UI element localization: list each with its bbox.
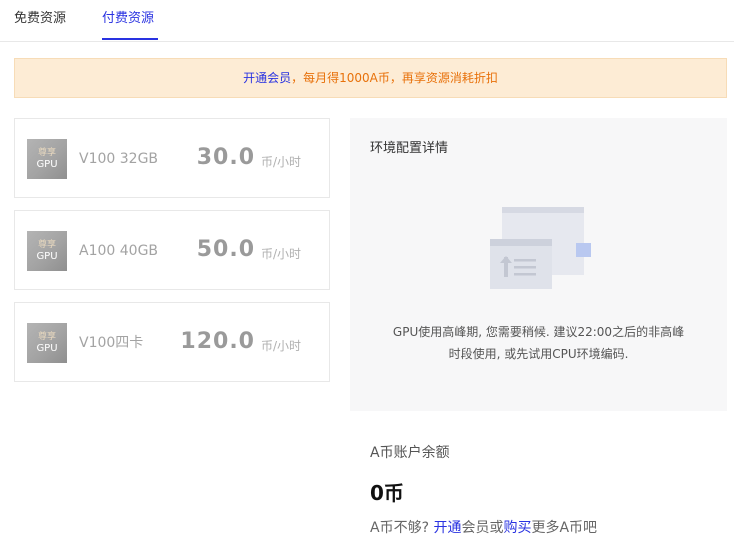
tab-free-resources[interactable]: 免费资源 <box>14 10 66 28</box>
resource-price-unit: 币/小时 <box>261 247 302 261</box>
tab-paid-resources[interactable]: 付费资源 <box>102 10 154 28</box>
badge-gpu-label: GPU <box>36 343 58 354</box>
resource-card-v100-quad[interactable]: 尊享 GPU V100四卡 120.0 币/小时 <box>14 302 330 382</box>
resource-price-unit: 币/小时 <box>261 155 302 169</box>
balance-tip-prefix: A币不够? <box>370 520 434 536</box>
balance-value: 0币 <box>370 481 404 505</box>
environment-config-title: 环境配置详情 <box>370 141 449 156</box>
balance-tip-suffix: 更多A币吧 <box>531 520 598 536</box>
active-tab-indicator <box>102 38 158 40</box>
resource-price-unit: 币/小时 <box>261 339 302 353</box>
open-membership-link[interactable]: 开通 <box>433 520 461 536</box>
resource-price: 50.0 <box>196 237 255 262</box>
open-membership-link[interactable]: 开通会员 <box>243 71 291 85</box>
balance-tip-middle: 会员或 <box>461 520 504 536</box>
badge-premium-label: 尊享 <box>37 332 56 342</box>
environment-config-panel: 环境配置详情 GPU使用高峰期, 您需要稍候. 建议22:00之后的非高峰 时段… <box>350 118 727 411</box>
gpu-peak-message-line2: 时段使用, 或先试用CPU环境编码. <box>448 347 629 361</box>
premium-gpu-badge: 尊享 GPU <box>27 231 67 271</box>
badge-premium-label: 尊享 <box>37 148 56 158</box>
resource-card-v100-32gb[interactable]: 尊享 GPU V100 32GB 30.0 币/小时 <box>14 118 330 198</box>
resource-name: A100 40GB <box>79 243 159 259</box>
badge-gpu-label: GPU <box>36 159 58 170</box>
premium-gpu-badge: 尊享 GPU <box>27 323 67 363</box>
banner-text: 每月得1000A币，再享资源消耗折扣 <box>303 71 498 85</box>
resource-price: 120.0 <box>180 329 255 354</box>
empty-state-illustration-icon <box>490 207 591 289</box>
gpu-peak-message: GPU使用高峰期, 您需要稍候. 建议22:00之后的非高峰 时段使用, 或先试… <box>350 321 727 365</box>
resource-name: V100四卡 <box>79 335 144 351</box>
resource-name: V100 32GB <box>79 151 159 167</box>
balance-title: A币账户余额 <box>370 445 450 461</box>
buy-coins-link[interactable]: 购买 <box>503 520 531 536</box>
resource-tabs: 免费资源 付费资源 <box>0 0 734 42</box>
banner-separator: ， <box>291 71 304 85</box>
membership-banner: 开通会员，每月得1000A币，再享资源消耗折扣 <box>14 58 727 98</box>
badge-gpu-label: GPU <box>36 251 58 262</box>
resource-price: 30.0 <box>196 145 255 170</box>
badge-premium-label: 尊享 <box>37 240 56 250</box>
resource-card-a100-40gb[interactable]: 尊享 GPU A100 40GB 50.0 币/小时 <box>14 210 330 290</box>
premium-gpu-badge: 尊享 GPU <box>27 139 67 179</box>
gpu-peak-message-line1: GPU使用高峰期, 您需要稍候. 建议22:00之后的非高峰 <box>392 325 685 339</box>
balance-tip: A币不够? 开通会员或购买更多A币吧 <box>370 518 597 538</box>
